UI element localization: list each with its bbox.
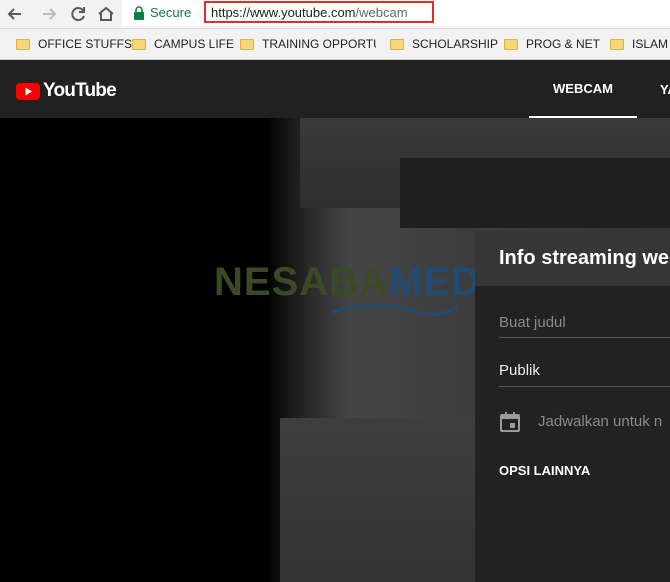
folder-icon: [132, 38, 146, 50]
folder-icon: [390, 38, 404, 50]
url-path: /webcam: [355, 5, 408, 20]
youtube-logo-text: YouTube: [43, 80, 117, 101]
forward-icon[interactable]: [38, 3, 60, 25]
reload-icon[interactable]: [67, 3, 89, 25]
camera-feed-dark-band: [400, 158, 670, 228]
webcam-preview-area: NESABA MEDIA Info streaming web Buat judu…: [0, 118, 670, 582]
bookmark-label: TRAINING OPPORTUI: [262, 37, 376, 51]
bookmark-prog-net[interactable]: PROG & NET: [504, 36, 600, 52]
home-icon[interactable]: [95, 3, 117, 25]
privacy-select[interactable]: Publik: [499, 362, 670, 387]
schedule-toggle-label[interactable]: Jadwalkan untuk n: [538, 413, 662, 430]
bookmark-label: SCHOLARSHIP: [412, 37, 499, 51]
watermark-part1: NESABA: [214, 260, 389, 304]
address-bar[interactable]: Secure https://www.youtube.com/webcam: [122, 0, 670, 26]
secure-label: Secure: [150, 5, 192, 20]
folder-icon: [610, 38, 624, 50]
folder-icon: [240, 38, 254, 50]
url-text[interactable]: https://www.youtube.com/webcam: [211, 5, 408, 20]
stream-info-panel: Info streaming web Buat judul Publik Jad…: [475, 231, 670, 582]
panel-title: Info streaming web: [499, 247, 670, 269]
stream-title-input[interactable]: Buat judul: [499, 314, 670, 338]
bookmark-islam[interactable]: ISLAM: [610, 36, 668, 52]
folder-icon: [16, 38, 30, 50]
lock-icon: [134, 6, 144, 20]
bookmark-campus-life[interactable]: CAMPUS LIFE: [132, 36, 234, 52]
bookmark-office-stuffs[interactable]: OFFICE STUFFS: [16, 36, 132, 52]
tab-webcam[interactable]: WEBCAM: [529, 60, 637, 118]
bookmark-label: ISLAM: [632, 37, 669, 51]
watermark-swoosh-icon: [331, 304, 459, 316]
youtube-header: YouTube WEBCAM YA: [0, 60, 670, 118]
bookmarks-bar: OFFICE STUFFS CAMPUS LIFE TRAINING OPPOR…: [0, 29, 670, 60]
folder-icon: [504, 38, 518, 50]
tab-next[interactable]: YA: [660, 60, 670, 118]
bookmark-scholarship[interactable]: SCHOLARSHIP: [390, 36, 498, 52]
youtube-logo[interactable]: YouTube: [16, 80, 117, 102]
bookmark-label: CAMPUS LIFE: [154, 37, 235, 51]
panel-header: Info streaming web: [475, 231, 670, 286]
more-options-button[interactable]: OPSI LAINNYA: [499, 463, 590, 478]
bookmark-training-opportunities[interactable]: TRAINING OPPORTUI: [240, 36, 376, 52]
camera-feed-bottom: [280, 418, 480, 582]
youtube-play-icon: [16, 82, 40, 100]
calendar-icon[interactable]: [499, 411, 521, 433]
bookmark-label: OFFICE STUFFS: [38, 37, 132, 51]
url-host: https://www.youtube.com: [211, 5, 356, 20]
back-icon[interactable]: [4, 3, 26, 25]
bookmark-label: PROG & NET: [526, 37, 601, 51]
browser-toolbar: Secure https://www.youtube.com/webcam: [0, 0, 670, 29]
